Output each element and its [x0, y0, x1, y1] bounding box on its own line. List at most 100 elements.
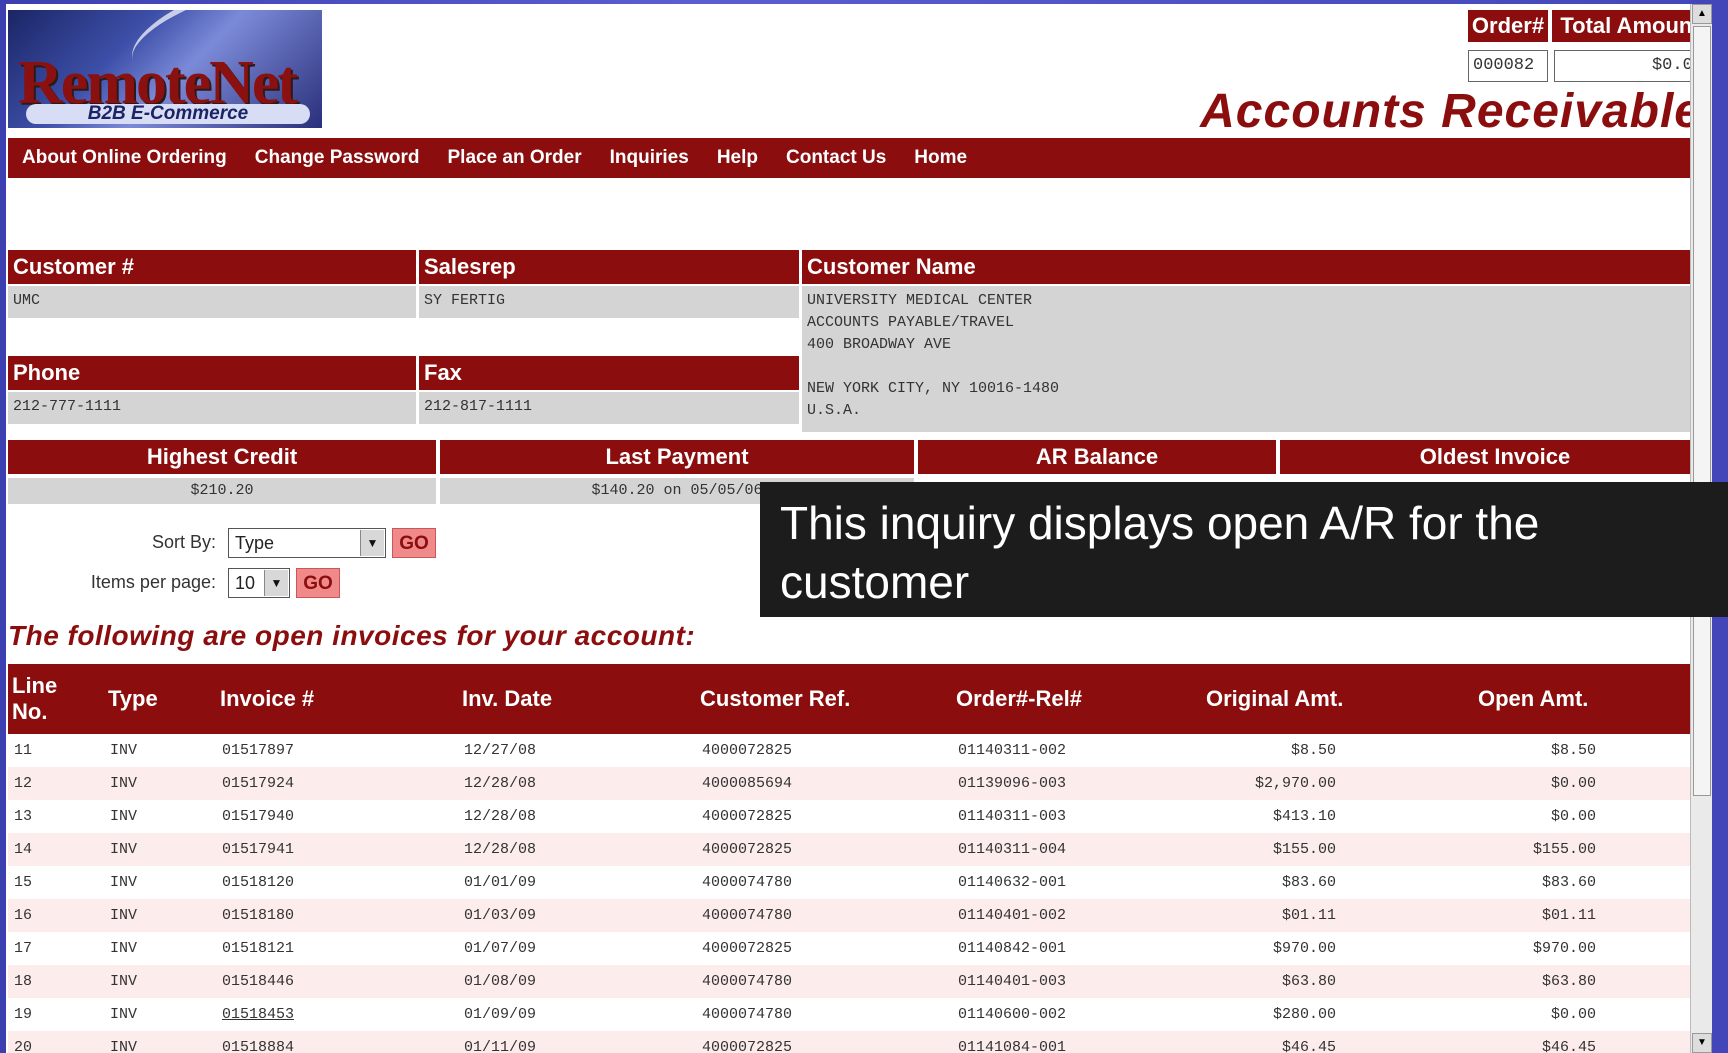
- cell-date: 01/01/09: [464, 874, 537, 891]
- cell-order: 01140632-001: [958, 874, 1067, 891]
- cell-line: 20: [14, 1039, 33, 1053]
- col-type[interactable]: Type: [108, 664, 188, 734]
- phone-value: 212-777-1111: [8, 392, 416, 424]
- sort-by-select[interactable]: Type ▼: [228, 528, 386, 558]
- col-invoice[interactable]: Invoice #: [220, 664, 370, 734]
- cell-invoice[interactable]: 01517941: [222, 833, 294, 866]
- scrollbar-thumb[interactable]: [1693, 26, 1711, 796]
- cell-open-amt: $970.00: [1532, 940, 1596, 957]
- cell-invoice[interactable]: 01518453: [222, 998, 294, 1031]
- cell-invoice[interactable]: 01517940: [222, 800, 294, 833]
- col-inv-date[interactable]: Inv. Date: [462, 664, 612, 734]
- cell-orig-amt: $280.00: [1272, 1006, 1336, 1023]
- cell-invoice[interactable]: 01518446: [222, 965, 294, 998]
- tutorial-callout: This inquiry displays open A/R for the c…: [760, 482, 1728, 617]
- fax-value: 212-817-1111: [419, 392, 799, 424]
- col-customer-ref[interactable]: Customer Ref.: [700, 664, 900, 734]
- salesrep-value: SY FERTIG: [419, 286, 799, 318]
- nav-place-an-order[interactable]: Place an Order: [448, 147, 582, 169]
- sort-go-button[interactable]: GO: [392, 528, 436, 558]
- nav-about-online-ordering[interactable]: About Online Ordering: [22, 147, 227, 169]
- table-row: 16 INV 01518180 01/03/09 4000074780 0114…: [8, 899, 1710, 932]
- oldest-invoice-header: Oldest Invoice: [1280, 440, 1710, 474]
- nav-change-password[interactable]: Change Password: [255, 147, 420, 169]
- cell-orig-amt: $83.60: [1281, 874, 1336, 891]
- fax-header: Fax: [419, 356, 799, 390]
- nav-inquiries[interactable]: Inquiries: [610, 147, 689, 169]
- nav-contact-us[interactable]: Contact Us: [786, 147, 886, 169]
- chevron-down-icon[interactable]: ▼: [360, 530, 384, 556]
- items-per-page-value: 10: [235, 573, 256, 593]
- cell-type: INV: [110, 808, 138, 825]
- cell-date: 01/08/09: [464, 973, 537, 990]
- cell-order: 01140842-001: [958, 940, 1067, 957]
- cell-order: 01140311-003: [958, 808, 1067, 825]
- table-row: 14 INV 01517941 12/28/08 4000072825 0114…: [8, 833, 1710, 866]
- cell-orig-amt: $413.10: [1272, 808, 1336, 825]
- cell-open-amt: $46.45: [1541, 1039, 1596, 1053]
- scroll-up-icon[interactable]: ▲: [1692, 4, 1712, 24]
- cell-type: INV: [110, 907, 138, 924]
- cell-ref: 4000085694: [702, 775, 793, 792]
- nav-help[interactable]: Help: [717, 147, 758, 169]
- page-title: Accounts Receivable: [1200, 85, 1702, 138]
- cell-orig-amt: $155.00: [1272, 841, 1336, 858]
- nav-home[interactable]: Home: [914, 147, 967, 169]
- cell-ref: 4000074780: [702, 907, 793, 924]
- items-per-page-select[interactable]: 10 ▼: [228, 568, 290, 598]
- cell-date: 12/27/08: [464, 742, 537, 759]
- cell-orig-amt: $01.11: [1281, 907, 1336, 924]
- cell-line: 17: [14, 940, 33, 957]
- remotenet-logo[interactable]: RemoteNet B2B E-Commerce: [8, 10, 322, 128]
- cell-ref: 4000072825: [702, 940, 793, 957]
- cell-order: 01140311-002: [958, 742, 1067, 759]
- cell-order: 01140311-004: [958, 841, 1067, 858]
- customer-name-header: Customer Name: [802, 250, 1710, 284]
- customer-name-address: UNIVERSITY MEDICAL CENTER ACCOUNTS PAYAB…: [802, 286, 1710, 432]
- ar-balance-header: AR Balance: [918, 440, 1276, 474]
- table-row: 12 INV 01517924 12/28/08 4000085694 0113…: [8, 767, 1710, 800]
- cell-open-amt: $0.00: [1550, 808, 1596, 825]
- cell-invoice[interactable]: 01517924: [222, 767, 294, 800]
- last-payment-header: Last Payment: [440, 440, 914, 474]
- salesrep-header: Salesrep: [419, 250, 799, 284]
- cell-line: 11: [14, 742, 33, 759]
- cell-invoice[interactable]: 01518121: [222, 932, 294, 965]
- customer-number-header: Customer #: [8, 250, 416, 284]
- cell-order: 01139096-003: [958, 775, 1067, 792]
- cell-type: INV: [110, 1006, 138, 1023]
- col-original-amt[interactable]: Original Amt.: [1206, 664, 1366, 734]
- open-invoices-heading: The following are open invoices for your…: [8, 620, 696, 651]
- items-go-button[interactable]: GO: [296, 568, 340, 598]
- cell-open-amt: $155.00: [1532, 841, 1596, 858]
- total-amount-header: Total Amount: [1552, 10, 1708, 42]
- sort-by-label: Sort By:: [151, 532, 216, 552]
- cell-date: 12/28/08: [464, 775, 537, 792]
- cell-orig-amt: $2,970.00: [1254, 775, 1336, 792]
- cell-invoice[interactable]: 01518180: [222, 899, 294, 932]
- cell-invoice[interactable]: 01518884: [222, 1031, 294, 1053]
- col-open-amt[interactable]: Open Amt.: [1478, 664, 1638, 734]
- col-order-rel[interactable]: Order#-Rel#: [956, 664, 1136, 734]
- cell-type: INV: [110, 940, 138, 957]
- order-number-header: Order#: [1468, 10, 1548, 42]
- table-row: 17 INV 01518121 01/07/09 4000072825 0114…: [8, 932, 1710, 965]
- table-row: 11 INV 01517897 12/27/08 4000072825 0114…: [8, 734, 1710, 767]
- cell-orig-amt: $8.50: [1290, 742, 1336, 759]
- cell-ref: 4000072825: [702, 808, 793, 825]
- cell-open-amt: $8.50: [1550, 742, 1596, 759]
- cell-open-amt: $0.00: [1550, 775, 1596, 792]
- cell-ref: 4000072825: [702, 742, 793, 759]
- cell-order: 01141084-001: [958, 1039, 1067, 1053]
- cell-invoice[interactable]: 01518120: [222, 866, 294, 899]
- cell-type: INV: [110, 1039, 138, 1053]
- cell-invoice[interactable]: 01517897: [222, 734, 294, 767]
- table-row: 19 INV 01518453 01/09/09 4000074780 0114…: [8, 998, 1710, 1031]
- chevron-down-icon[interactable]: ▼: [264, 570, 288, 596]
- order-number-value: 000082: [1468, 50, 1548, 82]
- scroll-down-icon[interactable]: ▼: [1692, 1033, 1712, 1053]
- col-line-no[interactable]: Line No.: [12, 664, 92, 734]
- cell-line: 14: [14, 841, 33, 858]
- phone-header: Phone: [8, 356, 416, 390]
- cell-line: 13: [14, 808, 33, 825]
